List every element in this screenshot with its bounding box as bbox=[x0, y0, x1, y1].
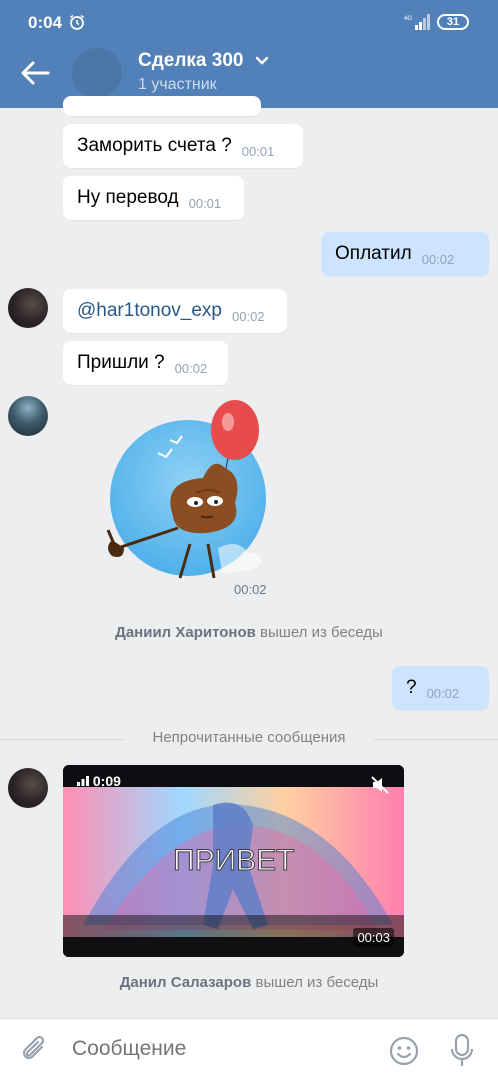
message-time: 00:01 bbox=[188, 195, 222, 211]
message-time: 00:02 bbox=[421, 251, 455, 267]
message-bubble-outgoing[interactable]: Оплатил 00:02 bbox=[321, 232, 489, 276]
mention-link[interactable]: @har1tonov_exp bbox=[77, 300, 222, 322]
message-time: 00:02 bbox=[232, 308, 265, 324]
signal-icon: 4G bbox=[404, 14, 430, 30]
service-user[interactable]: Данил Салазаров bbox=[120, 974, 252, 991]
app-header: 0:04 4G 31 Сделка 300 1 участник bbox=[0, 0, 498, 108]
muted-speaker-icon[interactable] bbox=[370, 775, 390, 795]
svg-text:4G: 4G bbox=[404, 16, 412, 22]
chat-subtitle: 1 участник bbox=[138, 76, 217, 93]
message-text: Пришли ? bbox=[77, 352, 165, 373]
service-message: Данил Салазаров вышел из беседы bbox=[0, 974, 498, 991]
service-message: Даниил Харитонов вышел из беседы bbox=[0, 624, 498, 641]
message-text: Оплатил bbox=[335, 243, 412, 264]
message-bubble[interactable]: Заморить счета ? 00:01 bbox=[63, 124, 303, 168]
message-input[interactable] bbox=[72, 1037, 372, 1061]
video-caption: ПРИВЕТ bbox=[173, 844, 294, 877]
service-action: вышел из беседы bbox=[260, 624, 383, 641]
back-arrow-icon[interactable] bbox=[20, 60, 50, 86]
sender-avatar[interactable] bbox=[8, 396, 48, 436]
alarm-icon bbox=[70, 14, 84, 30]
paperclip-icon[interactable] bbox=[20, 1035, 50, 1065]
chat-title-text: Сделка 300 bbox=[138, 50, 244, 71]
battery-icon: 31 bbox=[437, 14, 469, 30]
message-bubble[interactable]: @har1tonov_exp 00:02 bbox=[63, 289, 287, 333]
chat-title[interactable]: Сделка 300 bbox=[138, 50, 269, 72]
signal-bars-icon bbox=[77, 776, 89, 786]
message-time: 00:02 bbox=[426, 685, 460, 701]
message-text: ? bbox=[406, 677, 417, 698]
sender-avatar[interactable] bbox=[8, 768, 48, 808]
chat-avatar[interactable] bbox=[72, 48, 122, 98]
message-time: 00:01 bbox=[241, 143, 275, 159]
video-time: 00:03 bbox=[353, 928, 394, 947]
status-time: 0:04 bbox=[28, 13, 63, 32]
service-action: вышел из беседы bbox=[255, 974, 379, 991]
chevron-down-icon bbox=[255, 56, 268, 65]
sticker[interactable] bbox=[78, 398, 270, 598]
message-bubble[interactable]: Ну перевод 00:01 bbox=[63, 176, 244, 220]
message-text: Заморить счета ? bbox=[77, 135, 232, 156]
message-bubble[interactable]: Пришли ? 00:02 bbox=[63, 341, 228, 385]
video-attachment[interactable]: ПРИВЕТ 0:09 00:03 bbox=[63, 765, 404, 957]
microphone-icon[interactable] bbox=[450, 1033, 474, 1069]
message-time: 00:02 bbox=[234, 582, 267, 597]
video-duration: 0:09 bbox=[77, 773, 121, 789]
sender-avatar[interactable] bbox=[8, 288, 48, 328]
status-bar: 0:04 4G 31 bbox=[0, 0, 498, 44]
message-bubble-outgoing[interactable]: ? 00:02 bbox=[392, 666, 489, 710]
unread-label: Непрочитанные сообщения bbox=[124, 729, 374, 746]
message-composer bbox=[0, 1018, 498, 1080]
service-user[interactable]: Даниил Харитонов bbox=[115, 624, 256, 641]
emoji-icon[interactable] bbox=[388, 1035, 420, 1067]
message-bubble[interactable] bbox=[63, 96, 261, 116]
message-text: Ну перевод bbox=[77, 187, 179, 208]
message-time: 00:02 bbox=[174, 360, 208, 376]
